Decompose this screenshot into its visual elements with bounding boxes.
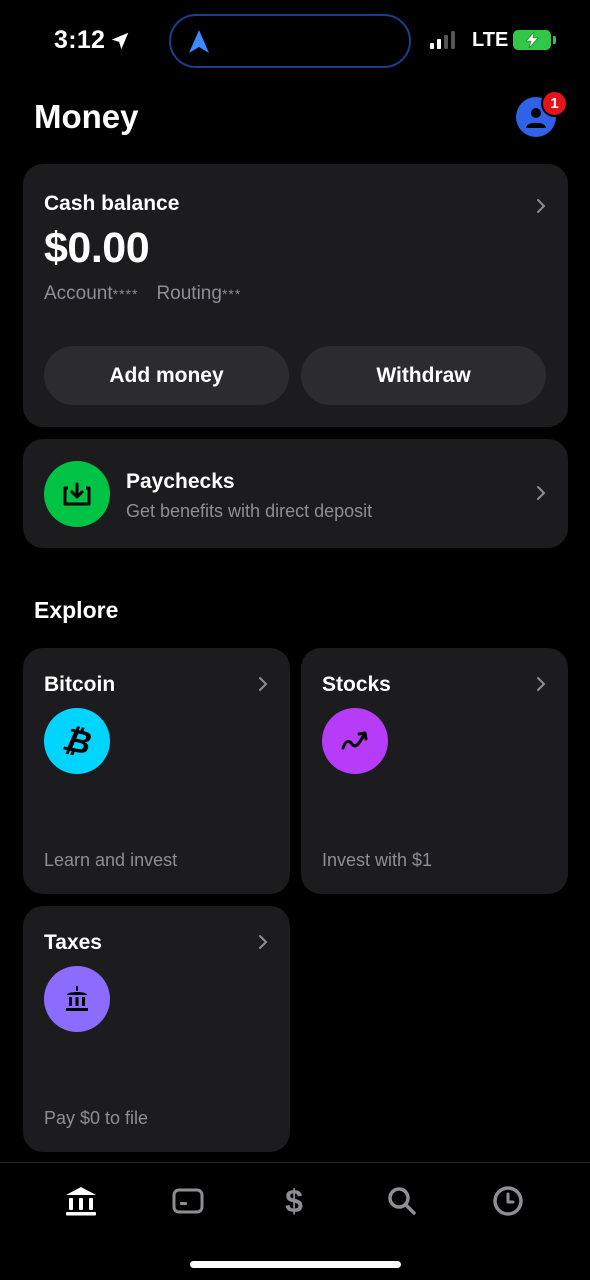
cash-balance-card[interactable]: Cash balance $0.00 Account**** Routing**… xyxy=(23,164,568,427)
withdraw-button[interactable]: Withdraw xyxy=(301,346,546,405)
bitcoin-icon: ₿ xyxy=(59,719,95,763)
battery-icon xyxy=(513,30,551,50)
account-label: Account xyxy=(44,283,113,304)
stocks-tile[interactable]: Stocks Invest with $1 xyxy=(301,648,568,894)
paychecks-subtitle: Get benefits with direct deposit xyxy=(126,501,373,521)
notification-badge: 1 xyxy=(541,90,568,117)
account-routing-row: Account**** Routing*** xyxy=(44,283,241,305)
status-bar: 3:12 LTE xyxy=(0,0,590,80)
card-tab[interactable] xyxy=(168,1181,208,1221)
paychecks-icon-circle xyxy=(44,461,110,527)
deposit-icon xyxy=(63,482,91,506)
cash-balance-label: Cash balance xyxy=(44,192,180,215)
bank-icon xyxy=(66,1187,96,1216)
stocks-icon-circle xyxy=(322,708,388,774)
routing-mask: *** xyxy=(221,286,242,302)
charging-bolt-icon xyxy=(525,31,539,49)
taxes-tile-title: Taxes xyxy=(44,931,102,954)
taxes-tile[interactable]: Taxes Pay $0 to file xyxy=(23,906,290,1152)
activity-tab[interactable] xyxy=(488,1181,528,1221)
account-mask: **** xyxy=(112,286,139,302)
search-icon xyxy=(388,1187,416,1215)
status-time: 3:12 xyxy=(54,26,131,55)
add-money-button[interactable]: Add money xyxy=(44,346,289,405)
dynamic-island[interactable] xyxy=(169,14,411,68)
dollar-icon: $ xyxy=(285,1182,303,1219)
page-title: Money xyxy=(34,98,139,135)
stocks-tile-subtitle: Invest with $1 xyxy=(322,850,433,870)
paychecks-title: Paychecks xyxy=(126,470,235,493)
card-icon xyxy=(172,1188,204,1214)
home-indicator[interactable] xyxy=(190,1261,401,1268)
network-type: LTE xyxy=(472,29,509,51)
cash-balance-amount: $0.00 xyxy=(44,224,150,272)
chevron-right-icon xyxy=(259,935,268,949)
bitcoin-tile-subtitle: Learn and invest xyxy=(44,850,178,870)
search-tab[interactable] xyxy=(382,1181,422,1221)
signal-strength-icon xyxy=(430,31,455,49)
pay-tab[interactable]: $ xyxy=(274,1181,314,1221)
taxes-tile-subtitle: Pay $0 to file xyxy=(44,1108,149,1128)
battery-tip xyxy=(553,36,556,44)
chevron-right-icon xyxy=(537,486,546,500)
money-tab[interactable] xyxy=(61,1181,101,1221)
chevron-right-icon xyxy=(259,677,268,691)
clock-icon xyxy=(493,1186,523,1216)
stocks-icon xyxy=(341,731,368,750)
explore-section-title: Explore xyxy=(34,597,119,623)
chevron-right-icon xyxy=(537,677,546,691)
chevron-right-icon xyxy=(537,199,546,213)
stocks-tile-title: Stocks xyxy=(322,673,391,696)
paychecks-card[interactable]: Paychecks Get benefits with direct depos… xyxy=(23,439,568,548)
taxes-icon-circle xyxy=(44,966,110,1032)
routing-label: Routing xyxy=(156,283,222,304)
bitcoin-tile[interactable]: Bitcoin ₿ Learn and invest xyxy=(23,648,290,894)
bitcoin-tile-title: Bitcoin xyxy=(44,673,116,696)
location-arrow-icon xyxy=(112,32,129,49)
status-time-text: 3:12 xyxy=(54,26,106,54)
bank-icon xyxy=(66,986,88,1011)
navigation-arrow-icon xyxy=(189,30,209,53)
routing-info[interactable]: Routing*** xyxy=(156,283,241,305)
bitcoin-icon-circle: ₿ xyxy=(44,708,110,774)
account-info[interactable]: Account**** xyxy=(44,283,138,305)
